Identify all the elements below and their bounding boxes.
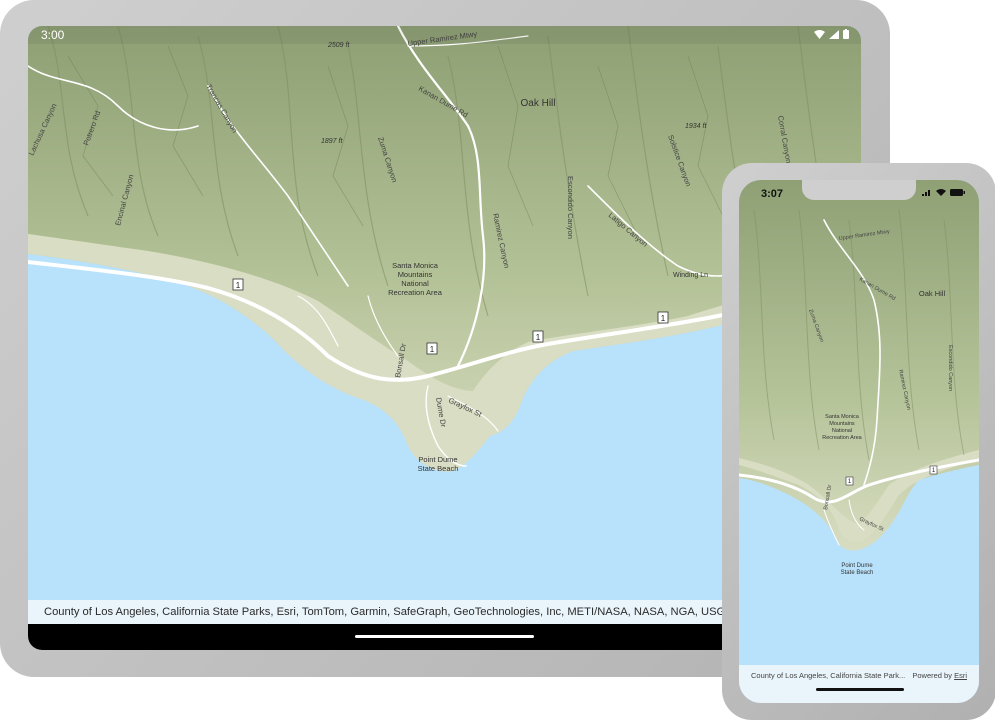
wifi-icon xyxy=(814,29,825,39)
map-label: 1 xyxy=(661,314,666,323)
map-label: National xyxy=(832,428,852,434)
map-label: 1 xyxy=(536,333,541,342)
oak-hill-label: Oak Hill xyxy=(919,289,946,298)
map-label: Winding Ln xyxy=(673,272,708,279)
cellular-icon xyxy=(922,190,930,196)
map-label: Recreation Area xyxy=(822,435,862,441)
map-label: State Beach xyxy=(841,570,874,576)
route-1-label: 1 xyxy=(236,281,241,290)
battery-icon xyxy=(950,189,965,196)
phone-device-frame: 1 1 Oak Hill Santa Monica Mountains Nati… xyxy=(722,163,995,720)
map-label: Mountains xyxy=(398,270,433,279)
signal-icon xyxy=(829,29,839,39)
map-label: 1 xyxy=(430,345,435,354)
map-label: Recreation Area xyxy=(388,288,443,297)
home-indicator[interactable] xyxy=(816,688,904,691)
map-label: Santa Monica xyxy=(825,414,860,420)
park-label-1: Santa Monica xyxy=(392,261,439,270)
home-gesture-handle[interactable] xyxy=(355,635,534,638)
status-icons xyxy=(814,29,849,39)
map-label: 1934 ft xyxy=(685,123,707,130)
map-label: Escondido Canyon xyxy=(947,345,953,391)
map-label: Mountains xyxy=(829,421,855,427)
status-time: 3:07 xyxy=(761,188,784,200)
map-label: National xyxy=(401,279,429,288)
powered-by-esri[interactable]: Powered by Esri xyxy=(912,671,967,680)
esri-link[interactable]: Esri xyxy=(954,671,967,680)
phone-screen: 1 1 Oak Hill Santa Monica Mountains Nati… xyxy=(739,180,979,703)
oak-hill-label: Oak Hill xyxy=(520,98,555,109)
status-icons xyxy=(922,189,965,196)
attribution-text: County of Los Angeles, California State … xyxy=(751,671,906,680)
map-label: Point Dume xyxy=(841,563,873,569)
phone-status-bar: 3:07 xyxy=(739,180,979,204)
wifi-icon xyxy=(936,189,946,196)
map-label: State Beach xyxy=(418,464,459,473)
map-label: Escondido Canyon xyxy=(566,176,575,239)
phone-attribution-bar[interactable]: County of Los Angeles, California State … xyxy=(739,665,979,703)
tablet-status-bar: 3:00 xyxy=(28,26,861,44)
point-dume-label: Point Dume xyxy=(418,455,457,464)
status-time: 3:00 xyxy=(41,28,65,42)
phone-map-view[interactable]: 1 1 Oak Hill Santa Monica Mountains Nati… xyxy=(739,180,979,703)
battery-icon xyxy=(843,29,849,39)
map-label: 1897 ft xyxy=(321,138,343,145)
